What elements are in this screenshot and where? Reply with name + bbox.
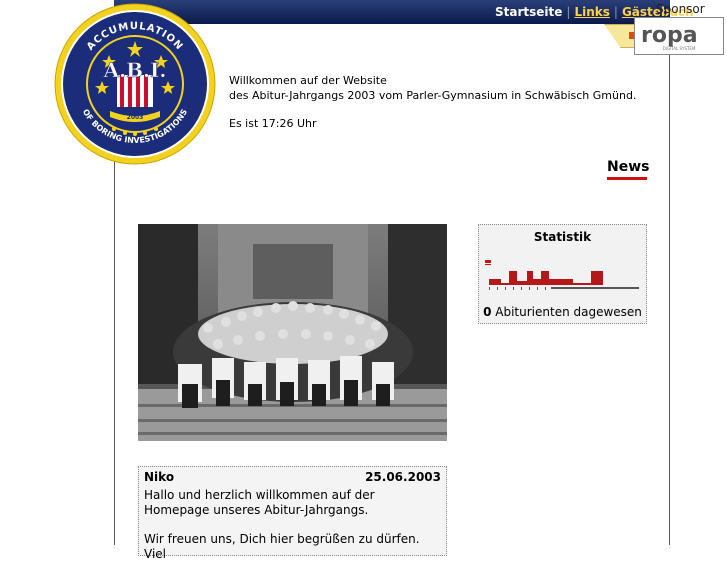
sponsor-label: Sponsor [656, 2, 705, 16]
post-author: Niko [144, 470, 175, 484]
nav-separator: | [566, 5, 571, 19]
nav-separator: | [613, 5, 618, 19]
news-post: Niko 25.06.2003 Hallo und herzlich willk… [138, 466, 447, 561]
statistics-title: Statistik [533, 230, 592, 244]
visitor-count: 0 [483, 305, 492, 319]
nav-links-link[interactable]: Links [574, 5, 609, 19]
post-body: Hallo und herzlich willkommen auf der Ho… [144, 488, 442, 576]
statistics-box: Statistik 0 Abiturienten dagewesen [478, 224, 647, 324]
visitor-mini-chart [485, 260, 639, 290]
sponsor-logo-sub: DIGITAL SYSTEM [663, 46, 696, 51]
welcome-line-1: Willkommen auf der Website [229, 74, 387, 87]
current-time: Es ist 17:26 Uhr [229, 117, 317, 130]
sponsor-logo[interactable]: ropa DIGITAL SYSTEM [634, 17, 724, 55]
sponsor-logo-text: ropa [641, 23, 698, 48]
abi-seal-logo: ACCUMULATION OF BORING INVESTIGATIONS A.… [54, 3, 216, 165]
post-date: 25.06.2003 [365, 470, 441, 484]
post-paragraph-2: Wir freuen uns, Dich hier begrüßen zu dü… [144, 532, 420, 561]
news-heading: News [607, 159, 650, 175]
nav-startseite[interactable]: Startseite [495, 5, 562, 19]
post-paragraph-1: Hallo und herzlich willkommen auf der Ho… [144, 488, 375, 517]
visitor-count-line: 0 Abiturienten dagewesen [479, 305, 646, 319]
welcome-line-2: des Abitur-Jahrgangs 2003 vom Parler-Gym… [229, 88, 637, 102]
class-group-photo [138, 224, 447, 441]
post-header: Niko 25.06.2003 [139, 467, 446, 487]
ropa-logo-icon: ropa DIGITAL SYSTEM [641, 23, 698, 51]
seal-letters: A.B.I. [103, 58, 167, 82]
welcome-text: Willkommen auf der Website des Abitur-Ja… [229, 74, 636, 132]
news-underline [607, 177, 647, 180]
seal-year: 2003 [127, 114, 144, 121]
visitor-count-label: Abiturienten dagewesen [495, 305, 642, 319]
